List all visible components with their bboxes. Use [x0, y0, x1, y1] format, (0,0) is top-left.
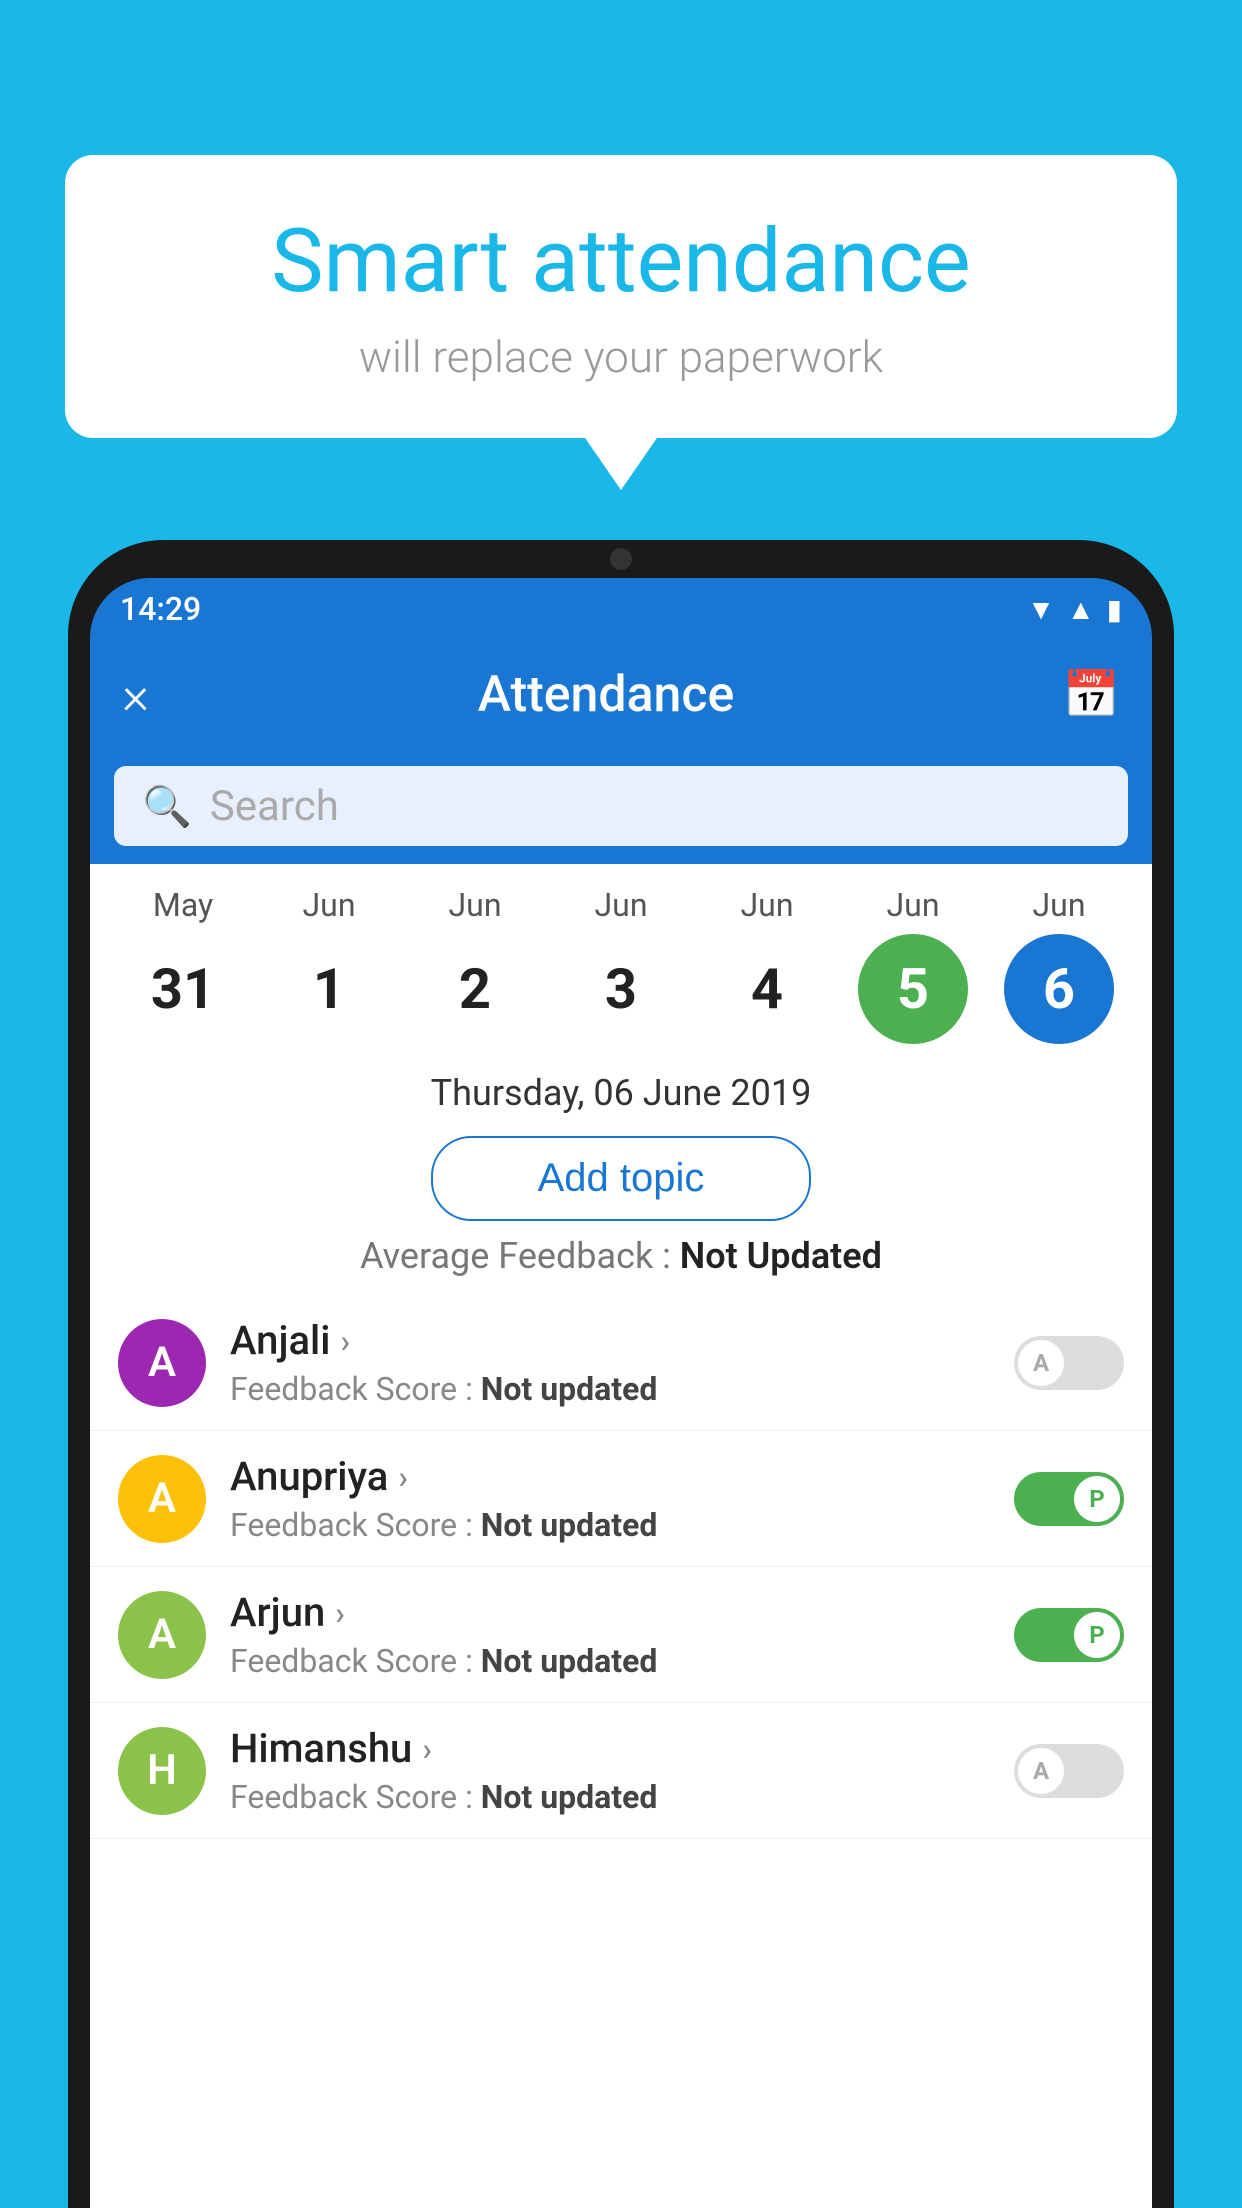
avatar: A: [118, 1591, 206, 1679]
cal-date: 1: [274, 934, 384, 1044]
bubble-title: Smart attendance: [125, 210, 1117, 313]
attendance-toggle[interactable]: A: [1014, 1336, 1124, 1390]
calendar-day[interactable]: Jun 1: [264, 886, 394, 1044]
student-name: Anupriya ›: [230, 1453, 990, 1500]
student-feedback: Feedback Score : Not updated: [230, 1778, 990, 1816]
student-name: Himanshu ›: [230, 1725, 990, 1772]
cal-date: 2: [420, 934, 530, 1044]
student-feedback: Feedback Score : Not updated: [230, 1642, 990, 1680]
student-feedback: Feedback Score : Not updated: [230, 1370, 990, 1408]
search-input[interactable]: Search: [210, 782, 339, 831]
toggle-knob: P: [1074, 1476, 1120, 1522]
chevron-icon: ›: [422, 1730, 432, 1768]
status-icons: ▼ ▲ ▮: [1027, 593, 1122, 626]
toggle-knob: A: [1018, 1340, 1064, 1386]
avg-feedback-label: Average Feedback :: [360, 1235, 671, 1277]
student-item[interactable]: H Himanshu › Feedback Score : Not updated A: [90, 1703, 1152, 1839]
cal-month: Jun: [741, 886, 794, 924]
phone-frame: 14:29 ▼ ▲ ▮ × Attendance 📅 🔍 Search May 3…: [68, 540, 1174, 2208]
chevron-icon: ›: [335, 1594, 345, 1632]
toolbar-title: Attendance: [478, 666, 735, 724]
camera-icon: [610, 548, 632, 570]
cal-month: May: [153, 886, 213, 924]
phone-notch: [551, 540, 691, 578]
student-info: Himanshu › Feedback Score : Not updated: [230, 1725, 990, 1816]
signal-icon: ▲: [1067, 593, 1095, 626]
calendar-day[interactable]: Jun 3: [556, 886, 686, 1044]
calendar-day[interactable]: Jun 5: [848, 886, 978, 1044]
selected-date-label: Thursday, 06 June 2019: [90, 1054, 1152, 1122]
calendar-strip: May 31 Jun 1 Jun 2 Jun 3 Jun 4 Jun 5 Jun 6: [90, 864, 1152, 1054]
app-screen: × Attendance 📅 🔍 Search May31Jun1Jun2Jun…: [90, 640, 1152, 2208]
student-list: AAnjali ›Feedback Score : Not updatedAAA…: [90, 1295, 1152, 1839]
student-name: Arjun ›: [230, 1589, 990, 1636]
attendance-toggle[interactable]: A: [1014, 1744, 1124, 1798]
calendar-day[interactable]: May 31: [118, 886, 248, 1044]
cal-date: 31: [128, 934, 238, 1044]
wifi-icon: ▼: [1027, 593, 1055, 626]
avatar: A: [118, 1319, 206, 1407]
calendar-day[interactable]: Jun 2: [410, 886, 540, 1044]
student-info: Arjun › Feedback Score : Not updated: [230, 1589, 990, 1680]
cal-month: Jun: [887, 886, 940, 924]
cal-date: 4: [712, 934, 822, 1044]
cal-month: Jun: [595, 886, 648, 924]
app-toolbar: × Attendance 📅: [90, 640, 1152, 750]
speech-bubble: Smart attendance will replace your paper…: [65, 155, 1177, 438]
student-item[interactable]: A Anupriya › Feedback Score : Not updated P: [90, 1431, 1152, 1567]
attendance-toggle[interactable]: P: [1014, 1608, 1124, 1662]
status-time: 14:29: [120, 590, 201, 628]
search-icon: 🔍: [142, 783, 192, 830]
calendar-icon[interactable]: 📅: [1063, 668, 1120, 722]
close-button[interactable]: ×: [122, 665, 149, 726]
calendar-day[interactable]: Jun 4: [702, 886, 832, 1044]
avg-feedback-value: Not Updated: [680, 1235, 882, 1277]
toggle-knob: P: [1074, 1612, 1120, 1658]
speech-bubble-container: Smart attendance will replace your paper…: [65, 155, 1177, 438]
cal-month: Jun: [1033, 886, 1086, 924]
cal-date: 6: [1004, 934, 1114, 1044]
average-feedback: Average Feedback : Not Updated: [90, 1235, 1152, 1277]
student-feedback: Feedback Score : Not updated: [230, 1506, 990, 1544]
chevron-icon: ›: [340, 1322, 350, 1360]
battery-icon: ▮: [1107, 593, 1122, 626]
student-info: Anjali › Feedback Score : Not updated: [230, 1317, 990, 1408]
avatar: A: [118, 1455, 206, 1543]
cal-month: Jun: [303, 886, 356, 924]
chevron-icon: ›: [398, 1458, 408, 1496]
cal-month: Jun: [449, 886, 502, 924]
status-bar: 14:29 ▼ ▲ ▮: [90, 578, 1152, 640]
student-item[interactable]: A Anjali › Feedback Score : Not updated A: [90, 1295, 1152, 1431]
cal-date: 3: [566, 934, 676, 1044]
student-info: Anupriya › Feedback Score : Not updated: [230, 1453, 990, 1544]
student-item[interactable]: A Arjun › Feedback Score : Not updated P: [90, 1567, 1152, 1703]
bubble-subtitle: will replace your paperwork: [125, 331, 1117, 383]
cal-date: 5: [858, 934, 968, 1044]
search-bar[interactable]: 🔍 Search: [114, 766, 1128, 846]
search-bar-container: 🔍 Search: [90, 750, 1152, 864]
student-name: Anjali ›: [230, 1317, 990, 1364]
attendance-toggle[interactable]: P: [1014, 1472, 1124, 1526]
calendar-day[interactable]: Jun 6: [994, 886, 1124, 1044]
add-topic-button[interactable]: Add topic: [431, 1136, 811, 1221]
avatar: H: [118, 1727, 206, 1815]
toggle-knob: A: [1018, 1748, 1064, 1794]
